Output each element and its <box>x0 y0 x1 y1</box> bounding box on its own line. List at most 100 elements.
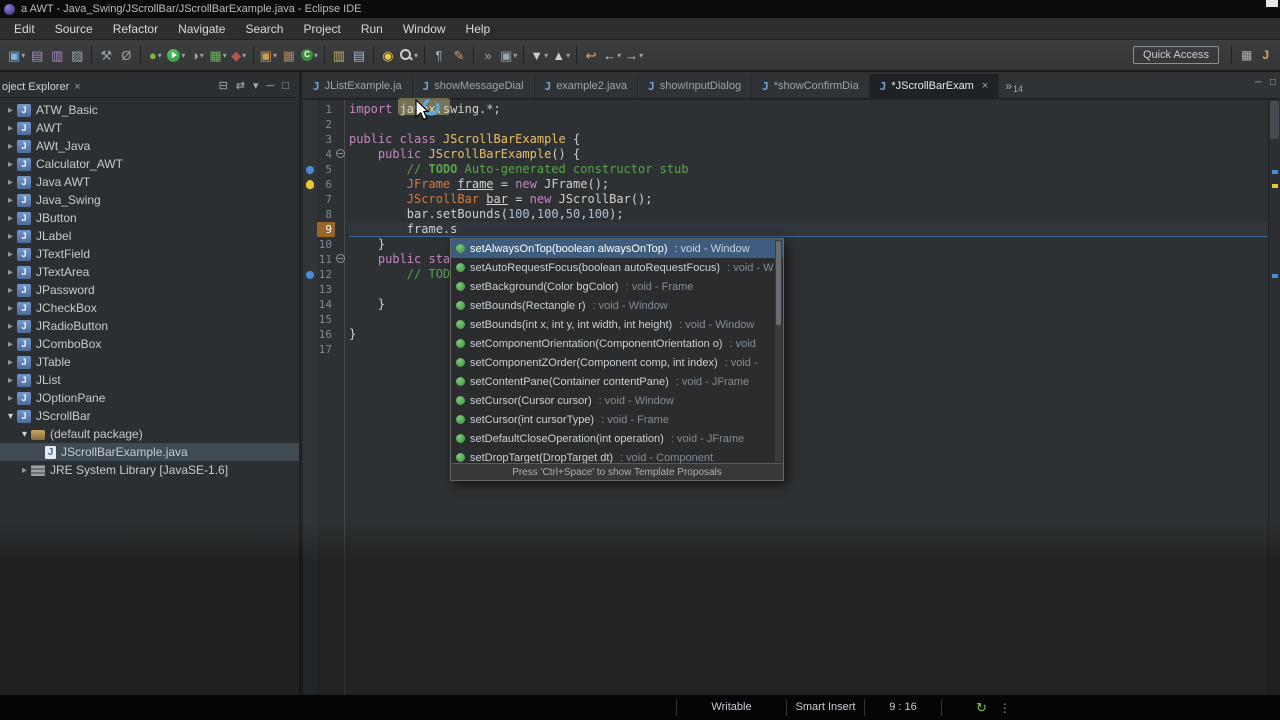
tree-item-jcheckbox[interactable]: ▸ J JCheckBox <box>0 299 299 317</box>
save-button[interactable]: ▤ <box>27 44 47 66</box>
menu-item-window[interactable]: Window <box>393 19 456 39</box>
external-tools-button[interactable]: ◆ ▾ <box>229 44 249 66</box>
menu-item-refactor[interactable]: Refactor <box>103 19 168 39</box>
proposal-item-setbounds[interactable]: setBounds(int x, int y, int width, int h… <box>451 315 783 334</box>
tree-item-jradiobutton[interactable]: ▸ J JRadioButton <box>0 317 299 335</box>
code-line-4[interactable]: public JScrollBarExample() { <box>349 147 1268 162</box>
tree-collapsed-arrow-icon[interactable]: ▸ <box>4 249 17 260</box>
tree-collapsed-arrow-icon[interactable]: ▸ <box>4 195 17 206</box>
new-class-button[interactable]: C ▾ <box>299 44 320 66</box>
annotations-button[interactable]: ▣ ▾ <box>498 44 519 66</box>
close-icon[interactable]: × <box>982 80 988 92</box>
proposal-item-setautorequestfocus[interactable]: setAutoRequestFocus(boolean autoRequestF… <box>451 258 783 277</box>
tab-example2-java[interactable]: Jexample2.java <box>535 74 639 98</box>
menu-item-navigate[interactable]: Navigate <box>168 19 235 39</box>
maximize-view-icon[interactable]: □ <box>1270 78 1276 88</box>
tree-collapsed-arrow-icon[interactable]: ▸ <box>4 393 17 404</box>
tab-showmessagedial[interactable]: JshowMessageDial <box>413 74 535 98</box>
new-wizard-button[interactable]: ▣ ▾ <box>6 44 27 66</box>
close-icon[interactable]: × <box>74 81 80 93</box>
debug-button[interactable]: ● ▾ <box>145 44 165 66</box>
tree-item-jpassword[interactable]: ▸ J JPassword <box>0 281 299 299</box>
code-line-8[interactable]: bar.setBounds(100,100,50,100); <box>349 207 1268 222</box>
proposal-item-setbackground[interactable]: setBackground(Color bgColor): void - Fra… <box>451 277 783 296</box>
menu-item-source[interactable]: Source <box>45 19 103 39</box>
menu-item-project[interactable]: Project <box>293 19 350 39</box>
tree-item-java-swing[interactable]: ▸ J Java_Swing <box>0 191 299 209</box>
tree-collapsed-arrow-icon[interactable]: ▸ <box>4 123 17 134</box>
next-annotation-button[interactable]: ▼ ▾ <box>528 44 550 66</box>
tree-collapsed-arrow-icon[interactable]: ▸ <box>4 105 17 116</box>
tree-item-jtextarea[interactable]: ▸ J JTextArea <box>0 263 299 281</box>
search-button[interactable]: ▾ <box>398 44 420 66</box>
tree-collapsed-arrow-icon[interactable]: ▸ <box>4 177 17 188</box>
javadoc-button[interactable]: ▤ <box>349 44 369 66</box>
code-line-2[interactable] <box>349 117 1268 132</box>
code-line-1[interactable]: import javax.swing.*; <box>349 102 1268 117</box>
last-edit-location-button[interactable]: ↩ <box>581 44 601 66</box>
tree-item-jtextfield[interactable]: ▸ J JTextField <box>0 245 299 263</box>
tree-collapsed-arrow-icon[interactable]: ▸ <box>4 375 17 386</box>
tree-item-jtable[interactable]: ▸ J JTable <box>0 353 299 371</box>
java-perspective-icon[interactable]: J <box>1262 48 1269 62</box>
tree-item-jlabel[interactable]: ▸ J JLabel <box>0 227 299 245</box>
menu-item-edit[interactable]: Edit <box>4 19 45 39</box>
tree-item-jcombobox[interactable]: ▸ J JComboBox <box>0 335 299 353</box>
prev-annotation-button[interactable]: ▲ ▾ <box>550 44 572 66</box>
proposal-item-setcontentpane[interactable]: setContentPane(Container contentPane): v… <box>451 372 783 391</box>
print-button[interactable]: ▨ <box>67 44 87 66</box>
code-line-6[interactable]: JFrame frame = new JFrame(); <box>349 177 1268 192</box>
proposal-item-setbounds[interactable]: setBounds(Rectangle r): void - Window <box>451 296 783 315</box>
format-button[interactable]: ✎ <box>449 44 469 66</box>
refresh-icon[interactable]: ↻ <box>976 700 987 716</box>
tree-item-jbutton[interactable]: ▸ J JButton <box>0 209 299 227</box>
tree-item-java-awt[interactable]: ▸ J Java AWT <box>0 173 299 191</box>
tree-item-jlist[interactable]: ▸ J JList <box>0 371 299 389</box>
menu-item-run[interactable]: Run <box>351 19 393 39</box>
toggle-breadcrumb-button[interactable]: » <box>478 44 498 66</box>
tree-collapsed-arrow-icon[interactable]: ▸ <box>4 321 17 332</box>
profile-button[interactable]: ◑ ▾ <box>187 44 207 66</box>
tree-item-jscrollbarexample-java[interactable]: J JScrollBarExample.java <box>0 443 299 461</box>
tree-collapsed-arrow-icon[interactable]: ▸ <box>18 465 31 476</box>
tab-jscrollbarexam[interactable]: J *JScrollBarExam × <box>869 74 1000 98</box>
tree-expanded-arrow-icon[interactable]: ▾ <box>4 411 17 422</box>
overview-task-mark[interactable] <box>1272 274 1278 278</box>
open-perspective-icon[interactable]: ▦ <box>1241 48 1252 62</box>
build-button[interactable]: ⚒ <box>96 44 116 66</box>
fold-collapse-icon[interactable] <box>336 254 345 263</box>
tree-item-awt-java[interactable]: ▸ J AWt_Java <box>0 137 299 155</box>
tree-collapsed-arrow-icon[interactable]: ▸ <box>4 285 17 296</box>
popup-scrollbar-thumb[interactable] <box>776 241 781 325</box>
collapse-all-icon[interactable]: ⊟ <box>219 81 228 92</box>
skip-breakpoints-button[interactable]: Ø <box>116 44 136 66</box>
minimize-view-icon[interactable]: ─ <box>1255 78 1262 88</box>
window-controls-fragment[interactable] <box>1266 0 1278 7</box>
tree-item-joptionpane[interactable]: ▸ J JOptionPane <box>0 389 299 407</box>
code-line-9[interactable]: frame.s <box>349 222 1268 237</box>
proposal-item-setalwaysontop[interactable]: setAlwaysOnTop(boolean alwaysOnTop): voi… <box>451 239 783 258</box>
jar-export-button[interactable]: ▥ <box>329 44 349 66</box>
code-line-7[interactable]: JScrollBar bar = new JScrollBar(); <box>349 192 1268 207</box>
tree-collapsed-arrow-icon[interactable]: ▸ <box>4 339 17 350</box>
overflow-menu-icon[interactable]: ⋮ <box>999 701 1011 715</box>
show-whitespace-button[interactable]: ¶ <box>429 44 449 66</box>
overview-task-mark[interactable] <box>1272 170 1278 174</box>
tree-item-jre-system-library-javase-1-6[interactable]: ▸ JRE System Library [JavaSE-1.6] <box>0 461 299 479</box>
code-line-5[interactable]: // TODO Auto-generated constructor stub <box>349 162 1268 177</box>
save-all-button[interactable]: ▥ <box>47 44 67 66</box>
link-with-editor-icon[interactable]: ⇄ <box>236 81 245 92</box>
menu-item-help[interactable]: Help <box>456 19 501 39</box>
tree-collapsed-arrow-icon[interactable]: ▸ <box>4 213 17 224</box>
new-java-project-button[interactable]: ▣ ▾ <box>258 44 279 66</box>
tree-collapsed-arrow-icon[interactable]: ▸ <box>4 267 17 278</box>
proposal-item-setcursor[interactable]: setCursor(int cursorType): void - Frame <box>451 410 783 429</box>
tree-collapsed-arrow-icon[interactable]: ▸ <box>4 141 17 152</box>
tree-collapsed-arrow-icon[interactable]: ▸ <box>4 357 17 368</box>
tab-jlistexample-ja[interactable]: J JListExample.ja <box>303 74 413 98</box>
overview-ruler-scrollbar[interactable] <box>1268 100 1280 695</box>
tree-item-atw-basic[interactable]: ▸ J ATW_Basic <box>0 101 299 119</box>
forward-button[interactable]: → ▾ <box>623 44 645 66</box>
minimize-icon[interactable]: ─ <box>267 81 275 92</box>
tree-item-default-package[interactable]: ▾ (default package) <box>0 425 299 443</box>
